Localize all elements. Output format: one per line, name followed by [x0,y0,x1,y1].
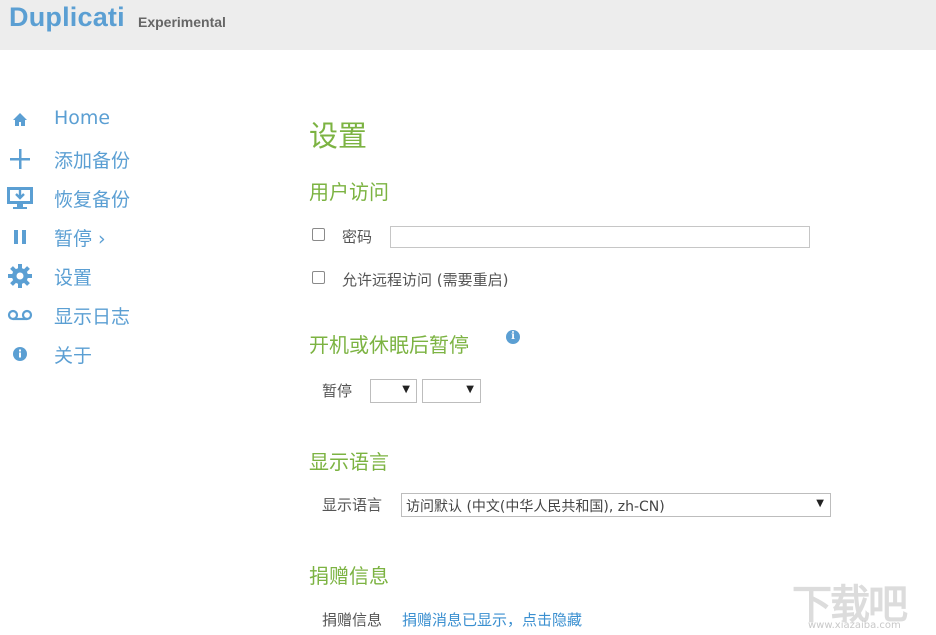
pause-label: 暂停 [322,382,353,400]
page-title: 设置 [309,119,368,153]
sidebar-item-label: 设置 [54,267,93,289]
sidebar-item-label: Home [54,107,111,129]
sidebar-item-label: 添加备份 [54,150,131,172]
language-label: 显示语言 [322,496,383,514]
gear-icon [4,264,36,288]
sidebar-item-label: 恢复备份 [54,189,131,211]
pause-icon [4,225,36,249]
sidebar-item-about[interactable]: 关于 [0,336,240,372]
sidebar-item-add-backup[interactable]: 添加备份 [0,141,240,177]
sidebar-item-label: 关于 [54,345,93,367]
password-input[interactable] [390,226,810,248]
sidebar-item-pause[interactable]: 暂停 › [0,219,240,255]
restore-icon [4,186,36,210]
info-icon[interactable]: i [506,330,520,344]
password-checkbox[interactable] [312,228,325,241]
watermark-url: www.xiazaiba.com [808,620,901,631]
chevron-right-icon[interactable]: › [98,228,106,250]
section-heading-user-access: 用户访问 [309,180,389,204]
remote-access-label: 允许远程访问 (需要重启) [342,271,509,289]
section-heading-language: 显示语言 [309,450,389,474]
chevron-down-icon: ▼ [816,498,824,509]
sidebar-item-label: 显示日志 [54,306,131,328]
brand-subtitle: Experimental [138,14,226,30]
sidebar-item-home[interactable]: Home [0,102,240,138]
brand-logo[interactable]: Duplicati [9,2,125,33]
password-label: 密码 [342,228,373,246]
pause-duration-select[interactable]: ▼ [370,379,417,403]
sidebar-item-restore[interactable]: 恢复备份 [0,180,240,216]
info-icon [4,342,36,366]
donation-label: 捐赠信息 [322,611,383,629]
language-select[interactable]: 访问默认 (中文(中华人民共和国), zh-CN) ▼ [401,493,831,517]
pause-unit-select[interactable]: ▼ [422,379,481,403]
donation-toggle-link[interactable]: 捐赠消息已显示，点击隐藏 [402,609,582,630]
plus-icon [4,147,36,171]
remote-access-checkbox[interactable] [312,271,325,284]
top-bar: Duplicati Experimental [0,0,936,50]
section-heading-donation: 捐赠信息 [309,564,389,588]
log-icon [4,303,36,327]
sidebar-item-label: 暂停 [54,228,93,250]
language-selected-value: 访问默认 (中文(中华人民共和国), zh-CN) [406,499,665,515]
chevron-down-icon: ▼ [402,384,410,395]
chevron-down-icon: ▼ [466,384,474,395]
section-heading-pause-after: 开机或休眠后暂停 [309,333,469,357]
sidebar-item-settings[interactable]: 设置 [0,258,240,294]
sidebar-item-log[interactable]: 显示日志 [0,297,240,333]
home-icon [4,108,36,132]
